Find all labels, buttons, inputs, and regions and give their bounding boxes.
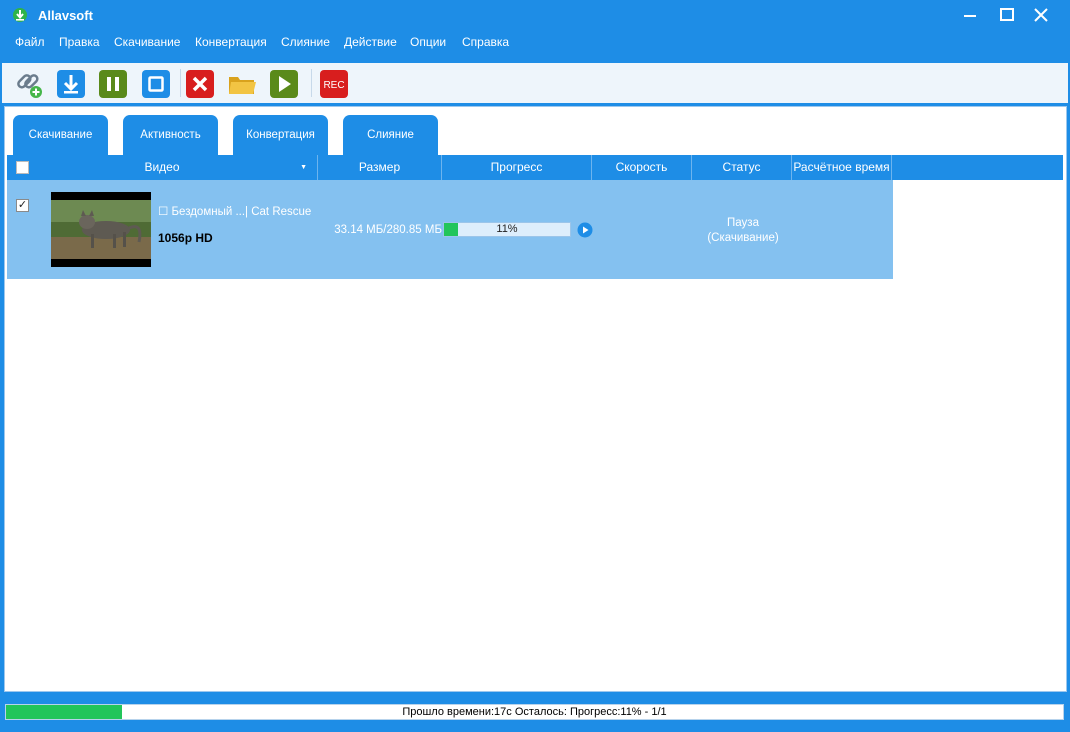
row-progress-bar: 11% (443, 222, 571, 237)
menu-download[interactable]: Скачивание (114, 35, 180, 49)
delete-icon[interactable] (185, 69, 215, 99)
svg-text:REC: REC (323, 80, 344, 91)
column-video-label: Видео (144, 160, 180, 174)
table-row[interactable]: ✓ ☐ Бездомный ...| Cat Rescue 1056p HD 3… (7, 180, 893, 279)
app-logo-icon (12, 7, 28, 23)
status-line-1: Пауза (727, 217, 759, 229)
close-button[interactable] (1026, 4, 1056, 26)
toolbar-separator (311, 69, 312, 97)
video-title: ☐ Бездомный ...| Cat Rescue (158, 206, 312, 218)
menu-bar: Файл Правка Скачивание Конвертация Слиян… (0, 30, 1070, 54)
tab-convert[interactable]: Конвертация (233, 115, 328, 155)
app-title: Allavsoft (38, 8, 93, 23)
tab-merge[interactable]: Слияние (343, 115, 438, 155)
tab-download[interactable]: Скачивание (13, 115, 108, 155)
menu-edit[interactable]: Правка (59, 35, 100, 49)
folder-icon[interactable] (227, 69, 257, 99)
tab-activity[interactable]: Активность (123, 115, 218, 155)
download-icon[interactable] (56, 69, 86, 99)
pause-icon[interactable] (98, 69, 128, 99)
status-bar: Прошло времени:17с Осталось: Прогресс:11… (5, 704, 1064, 720)
row-checkbox[interactable]: ✓ (16, 199, 29, 212)
menu-merge[interactable]: Слияние (281, 35, 330, 49)
title-bar: Allavsoft (0, 0, 1070, 30)
column-progress[interactable]: Прогресс (442, 155, 592, 180)
column-video[interactable]: Видео ▼ (7, 155, 318, 180)
video-quality: 1056p HD (158, 231, 213, 245)
toolbar-separator (180, 69, 181, 97)
sort-arrow-icon: ▼ (300, 164, 307, 171)
minimize-button[interactable] (955, 4, 985, 26)
play-icon[interactable] (269, 69, 299, 99)
video-thumbnail (51, 192, 151, 267)
add-link-icon[interactable] (14, 69, 44, 99)
row-progress-label: 11% (496, 223, 518, 235)
status-line-2: (Скачивание) (707, 232, 779, 244)
rec-icon[interactable]: REC (319, 69, 349, 99)
column-status[interactable]: Статус (692, 155, 792, 180)
resume-play-icon[interactable] (577, 222, 593, 238)
column-size[interactable]: Размер (318, 155, 442, 180)
menu-options[interactable]: Опции (410, 35, 446, 49)
video-size: 33.14 МБ/280.85 МБ (334, 224, 442, 236)
column-speed[interactable]: Скорость (592, 155, 692, 180)
menu-help[interactable]: Справка (462, 35, 509, 49)
stop-icon[interactable] (141, 69, 171, 99)
menu-convert[interactable]: Конвертация (195, 35, 267, 49)
menu-file[interactable]: Файл (15, 35, 45, 49)
row-status: Пауза (Скачивание) (693, 216, 793, 246)
column-eta[interactable]: Расчётное время (792, 155, 892, 180)
status-text: Прошло времени:17с Осталось: Прогресс:11… (402, 706, 667, 718)
table-header: Видео ▼ Размер Прогресс Скорость Статус … (7, 155, 1063, 180)
menu-action[interactable]: Действие (344, 35, 397, 49)
maximize-button[interactable] (992, 4, 1022, 26)
toolbar: REC (2, 63, 1068, 103)
